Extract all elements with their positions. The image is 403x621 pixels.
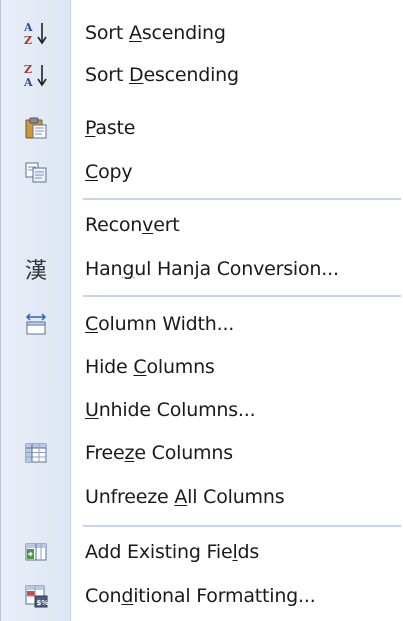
context-menu: A Z Sort Ascending Z A Sort Descending P…: [0, 0, 403, 621]
menu-item-freeze-columns[interactable]: Freeze Columns: [1, 431, 403, 475]
menu-separator: [83, 198, 401, 200]
label-accelerator: U: [85, 399, 99, 421]
label-after: ll Columns: [187, 486, 285, 508]
paste-icon: [1, 106, 71, 150]
menu-separator: [83, 295, 401, 297]
label-after: opy: [98, 161, 133, 183]
label-after: escending: [143, 64, 239, 86]
label-before: Free: [85, 442, 125, 464]
label-after: scending: [141, 22, 226, 44]
label-after: e Columns: [134, 442, 233, 464]
label-after: olumn Width...: [98, 313, 235, 335]
label-before: Unfreeze: [85, 486, 175, 508]
svg-text:Z: Z: [24, 34, 32, 46]
menu-item-column-width[interactable]: Column Width...: [1, 302, 403, 346]
menu-item-sort-ascending[interactable]: A Z Sort Ascending: [1, 11, 403, 55]
menu-item-sort-descending[interactable]: Z A Sort Descending: [1, 53, 403, 97]
conditional-formatting-icon: $%: [1, 574, 71, 618]
label-accelerator: C: [85, 161, 99, 183]
label-before: Recon: [85, 214, 143, 236]
sort-descending-icon: Z A: [1, 53, 71, 97]
label-accelerator: C: [85, 313, 99, 335]
svg-text:A: A: [23, 76, 33, 88]
label-after: olumns: [146, 356, 215, 378]
menu-separator: [83, 525, 401, 527]
menu-item-copy[interactable]: Copy: [1, 150, 403, 194]
label-after: nhide Columns...: [98, 399, 256, 421]
menu-item-hide-columns[interactable]: Hide Columns: [1, 345, 403, 389]
label-before: Sort: [85, 64, 129, 86]
add-fields-icon: [1, 530, 71, 574]
label-accelerator: D: [129, 64, 144, 86]
label-after: itional Formatting...: [133, 585, 316, 607]
menu-item-conditional-formatting[interactable]: $% Conditional Formatting...: [1, 574, 403, 618]
copy-icon: [1, 150, 71, 194]
freeze-columns-icon: [1, 431, 71, 475]
label-after: ert: [153, 214, 180, 236]
label-accelerator: v: [142, 214, 154, 236]
label-before: Sort: [85, 22, 129, 44]
label-before: Con: [85, 585, 122, 607]
menu-item-paste[interactable]: Paste: [1, 106, 403, 150]
menu-item-unhide-columns[interactable]: Unhide Columns...: [1, 388, 403, 432]
svg-text:Z: Z: [24, 63, 32, 76]
hanja-icon: 漢: [24, 259, 47, 284]
column-width-icon: [1, 302, 71, 346]
label-accelerator: P: [85, 117, 96, 139]
label-accelerator: z: [124, 442, 135, 464]
label-accelerator: C: [133, 356, 147, 378]
svg-text:A: A: [23, 21, 33, 34]
label-after: ds: [237, 541, 260, 563]
label-after: aste: [95, 117, 136, 139]
label-after: ul Hanja Conversion...: [134, 258, 339, 280]
svg-text:$%: $%: [37, 599, 49, 607]
sort-ascending-icon: A Z: [1, 11, 71, 55]
label-before: Hide: [85, 356, 134, 378]
label-before: Add Existing Fie: [85, 541, 233, 563]
label-accelerator: A: [129, 22, 142, 44]
label-accelerator: d: [121, 585, 134, 607]
label-accelerator: A: [174, 486, 188, 508]
menu-item-reconvert[interactable]: Reconvert: [1, 203, 403, 247]
menu-item-add-existing-fields[interactable]: Add Existing Fields: [1, 530, 403, 574]
menu-item-unfreeze-all-columns[interactable]: Unfreeze All Columns: [1, 475, 403, 519]
label-before: Han: [85, 258, 123, 280]
menu-item-hangul-hanja-conversion[interactable]: 漢 Hangul Hanja Conversion...: [1, 247, 403, 291]
label-accelerator: g: [122, 258, 135, 280]
